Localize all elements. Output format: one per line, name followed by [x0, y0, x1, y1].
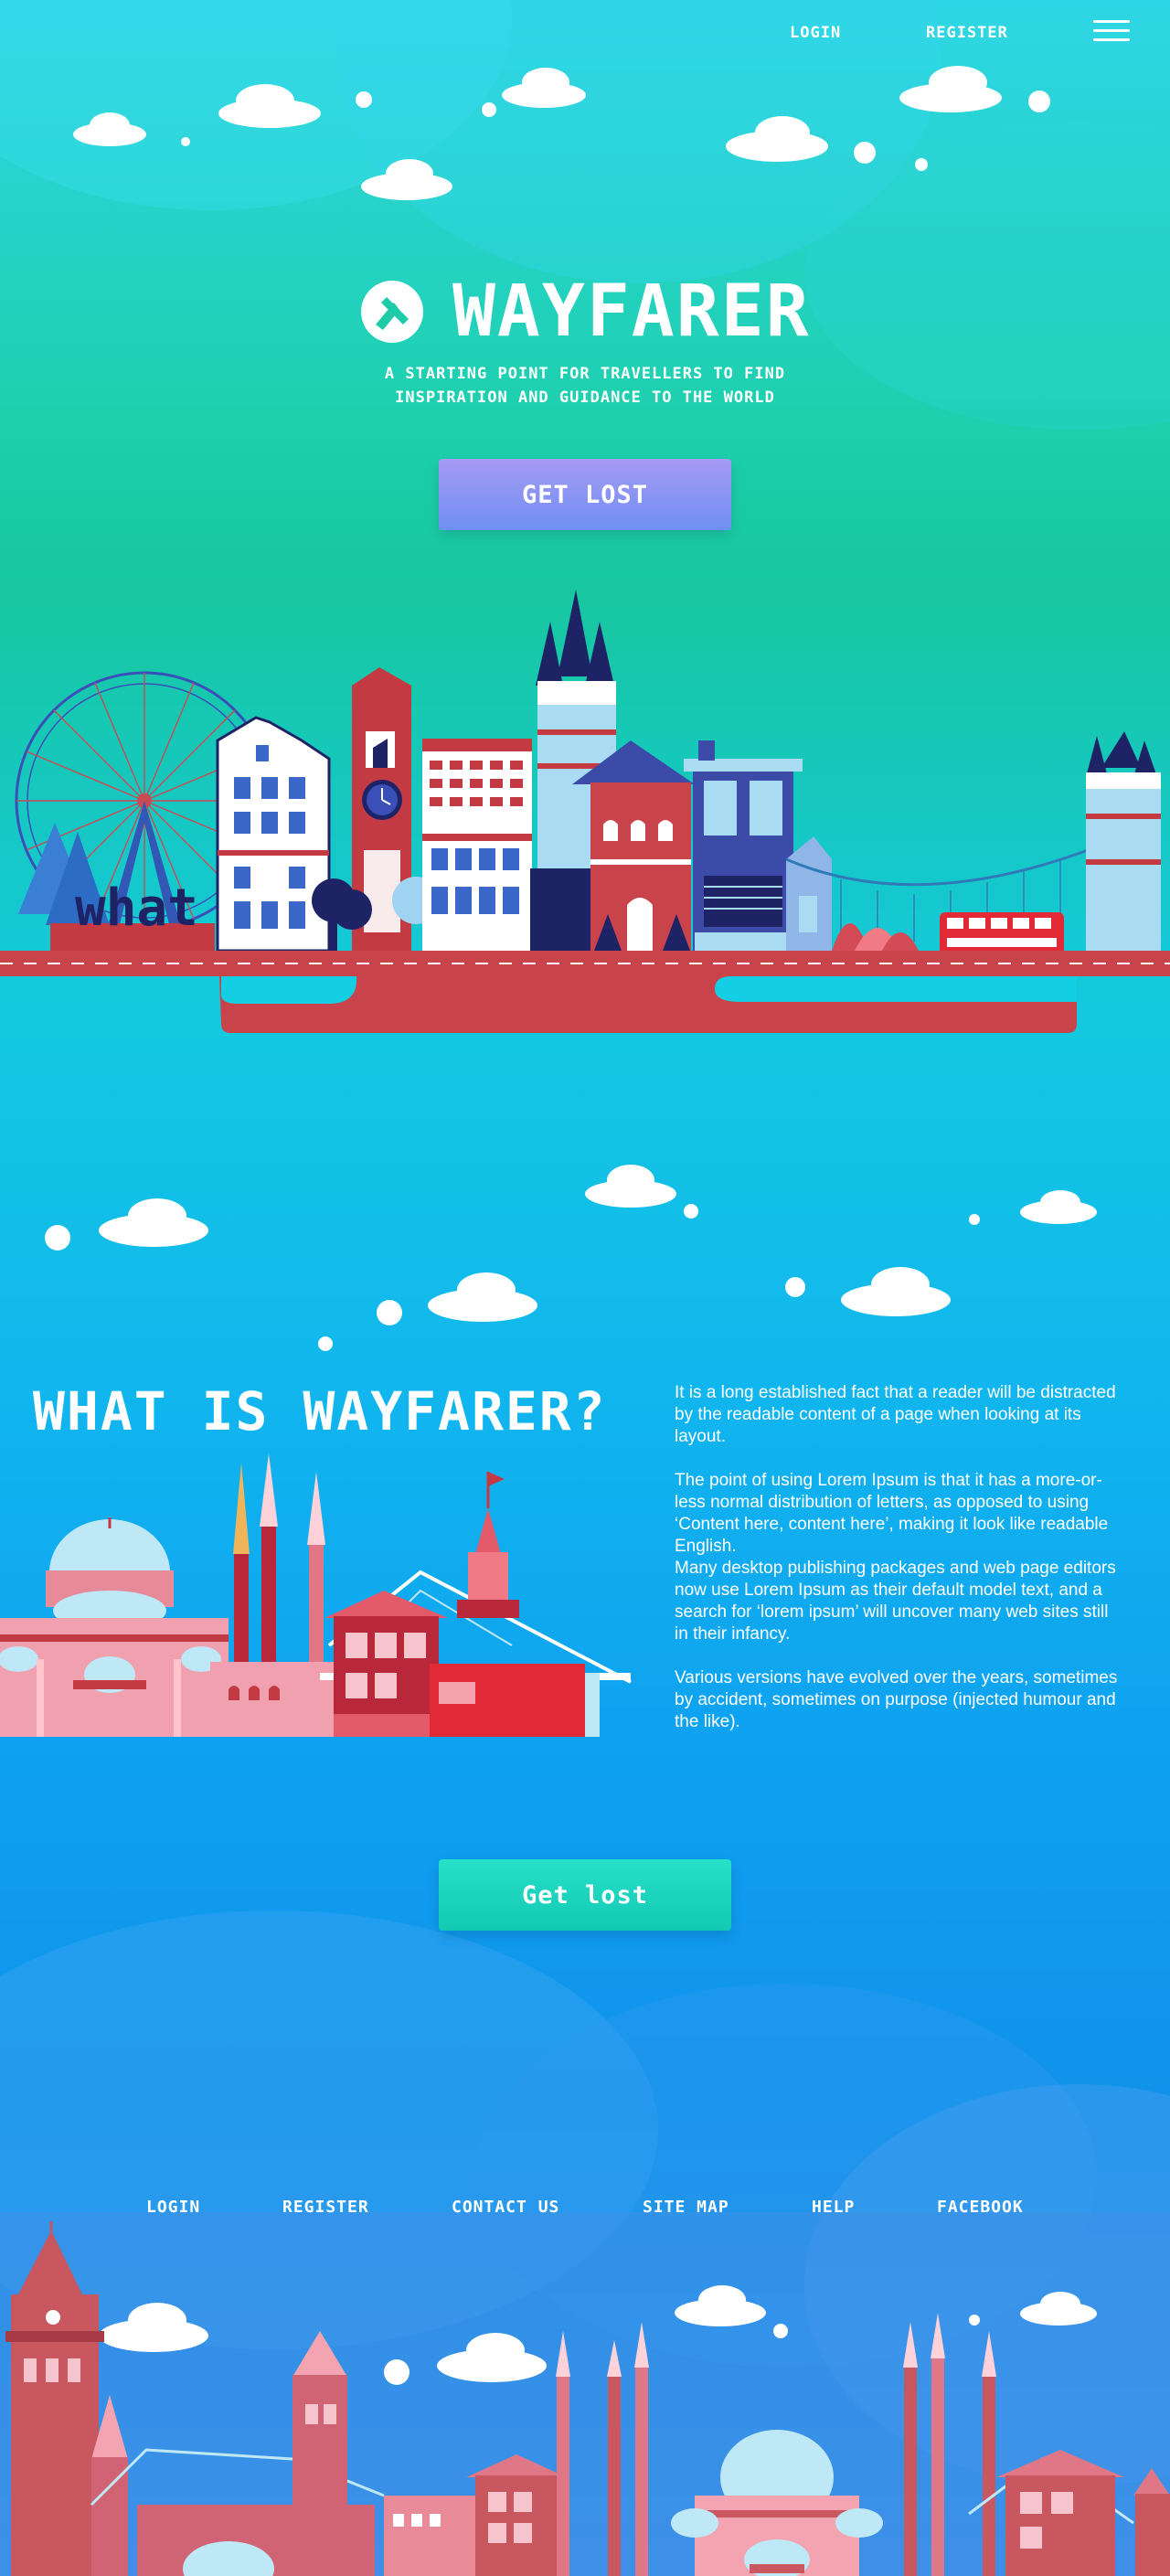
about-paragraph: Various versions have evolved over the y… [675, 1668, 1118, 1731]
wooden-house-illustration [466, 2454, 567, 2576]
canal-house-illustration [216, 716, 331, 953]
get-lost-cta-button[interactable]: Get lost [439, 1859, 731, 1931]
cloud-icon [99, 1198, 208, 1247]
about-text: It is a long established fact that a rea… [675, 1382, 1122, 1755]
minaret-illustration [210, 1453, 334, 1737]
cloud-icon [899, 66, 1002, 112]
brick-house-illustration [572, 740, 695, 951]
right-tower-illustration [1086, 731, 1161, 951]
footer-skyline-illustration [5, 2221, 1170, 2576]
about-paragraph: The point of using Lorem Ipsum is that i… [675, 1471, 1109, 1556]
cloud-icon [585, 1165, 676, 1208]
city-skyline-illustration: what [0, 590, 1170, 1033]
cloud-icon [428, 1272, 537, 1322]
about-title: WHAT IS WAYFARER? [33, 1380, 607, 1442]
shop-building-illustration [684, 740, 803, 951]
brand-title: WAYFARER [452, 271, 811, 353]
cloud-icon [726, 116, 828, 162]
tagline-line-2: INSPIRATION AND GUIDANCE TO THE WORLD [395, 389, 775, 407]
about-paragraph: Many desktop publishing packages and web… [675, 1559, 1116, 1644]
footer-link-register[interactable]: REGISTER [282, 2198, 369, 2217]
about-paragraph: It is a long established fact that a rea… [675, 1383, 1116, 1446]
cloud-icon [218, 84, 321, 128]
mosque-illustration [671, 2430, 883, 2576]
footer-link-login[interactable]: LOGIN [146, 2198, 200, 2217]
cloud-icon [1020, 1190, 1097, 1224]
minaret-illustration [903, 2313, 996, 2576]
footer-link-facebook[interactable]: FACEBOOK [937, 2198, 1024, 2217]
cloud-icon [502, 68, 586, 108]
galata-tower-illustration [430, 1472, 585, 1737]
login-link[interactable]: LOGIN [790, 24, 841, 42]
top-nav: LOGIN REGISTER [0, 24, 1170, 51]
get-lost-button[interactable]: GET LOST [439, 459, 731, 530]
cloud-icon [73, 112, 146, 146]
wooden-house-illustration [324, 1591, 448, 1737]
footer-link-contact-us[interactable]: CONTACT US [452, 2198, 559, 2217]
register-link[interactable]: REGISTER [926, 24, 1008, 42]
footer-link-help[interactable]: HELP [812, 2198, 855, 2217]
brand-header: WAYFARER [0, 271, 1170, 353]
patterned-building-illustration [422, 739, 532, 951]
galata-tower-illustration [5, 2221, 104, 2576]
minaret-illustration [556, 2322, 649, 2576]
cloud-icon [361, 159, 452, 200]
istanbul-illustration [0, 1453, 632, 1737]
tagline: A STARTING POINT FOR TRAVELLERS TO FIND … [311, 362, 859, 410]
tagline-line-1: A STARTING POINT FOR TRAVELLERS TO FIND [384, 365, 786, 383]
hamburger-icon[interactable] [1093, 20, 1130, 46]
city-sign-partial: what [75, 878, 198, 938]
cloud-icon [841, 1267, 951, 1316]
mosque-illustration [0, 1517, 229, 1737]
compass-logo-icon [359, 279, 425, 345]
footer-link-site-map[interactable]: SITE MAP [643, 2198, 729, 2217]
wooden-house-illustration [996, 2450, 1124, 2576]
